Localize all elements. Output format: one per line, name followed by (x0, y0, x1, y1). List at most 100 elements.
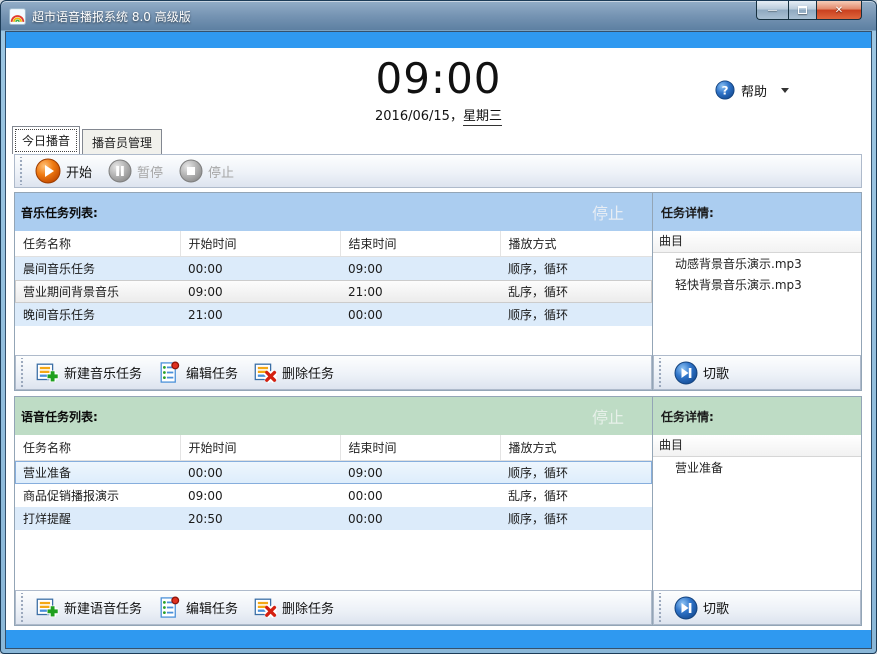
main-area: 09:00 2016/06/15，星期三 ? 帮助 今日播音 (6, 48, 871, 630)
help-icon: ? (715, 80, 735, 100)
delete-music-task-button[interactable]: 删除任务 (246, 358, 342, 387)
music-col-name[interactable]: 任务名称 (15, 231, 180, 257)
voice-col-name[interactable]: 任务名称 (15, 435, 180, 461)
voice-col-mode[interactable]: 播放方式 (500, 435, 652, 461)
music-section-title: 音乐任务列表: (21, 204, 98, 221)
cell-start-time: 00:00 (180, 257, 340, 281)
music-playlist-area: 曲目 动感背景音乐演示.mp3 轻快背景音乐演示.mp3 (653, 231, 861, 355)
title-bar[interactable]: 超市语音播报系统 8.0 高级版 — ✕ (1, 1, 876, 31)
voice-task-row-selected[interactable]: 营业准备 00:00 09:00 顺序，循环 (15, 461, 652, 485)
tab-strip: 今日播音 播音员管理 (12, 126, 164, 154)
stop-label: 停止 (208, 162, 234, 181)
transport-toolbar: 开始 暂停 停止 (14, 154, 862, 188)
toolbar-gripper[interactable] (657, 593, 664, 622)
help-button[interactable]: ? 帮助 (715, 80, 789, 100)
music-task-row[interactable]: 晚间音乐任务 21:00 00:00 顺序，循环 (15, 303, 652, 326)
new-voice-task-button[interactable]: 新建语音任务 (28, 593, 150, 622)
edit-music-task-button[interactable]: 编辑任务 (150, 358, 246, 387)
cell-task-name: 晨间音乐任务 (15, 257, 180, 281)
voice-col-end[interactable]: 结束时间 (340, 435, 500, 461)
minimize-icon: — (768, 5, 778, 16)
app-logo-rainbow-icon (9, 8, 26, 25)
music-playlist-header[interactable]: 曲目 (653, 231, 861, 253)
delete-task-icon (254, 361, 277, 384)
cell-start-time: 09:00 (180, 280, 340, 303)
pause-button[interactable]: 暂停 (100, 156, 171, 186)
tab-announcer-label: 播音员管理 (92, 136, 152, 150)
tab-today-broadcast[interactable]: 今日播音 (12, 126, 80, 154)
music-col-end[interactable]: 结束时间 (340, 231, 500, 257)
cell-end-time: 00:00 (340, 484, 500, 507)
new-music-task-button[interactable]: 新建音乐任务 (28, 358, 150, 387)
delete-task-icon (254, 596, 277, 619)
cell-play-mode: 顺序，循环 (500, 507, 652, 530)
playlist-item[interactable]: 轻快背景音乐演示.mp3 (653, 274, 861, 295)
voice-skip-track-button[interactable]: 切歌 (666, 593, 737, 623)
music-task-row-selected[interactable]: 营业期间背景音乐 09:00 21:00 乱序，循环 (15, 280, 652, 303)
new-task-icon (36, 596, 59, 619)
svg-text:?: ? (722, 84, 729, 98)
help-label: 帮助 (741, 81, 767, 100)
edit-music-task-label: 编辑任务 (186, 363, 238, 382)
chevron-down-icon (781, 88, 789, 93)
cell-task-name: 营业期间背景音乐 (15, 280, 180, 303)
music-skip-track-button[interactable]: 切歌 (666, 358, 737, 388)
voice-details-title: 任务详情: (659, 408, 714, 425)
voice-section-header: 语音任务列表: 停止 (15, 397, 652, 435)
music-task-row[interactable]: 晨间音乐任务 00:00 09:00 顺序，循环 (15, 257, 652, 281)
play-icon (35, 158, 61, 184)
playlist-item[interactable]: 营业准备 (653, 457, 861, 478)
new-music-task-label: 新建音乐任务 (64, 363, 142, 382)
close-icon: ✕ (835, 5, 843, 16)
voice-playlist-header[interactable]: 曲目 (653, 435, 861, 457)
delete-music-task-label: 删除任务 (282, 363, 334, 382)
delete-voice-task-button[interactable]: 删除任务 (246, 593, 342, 622)
cell-start-time: 20:50 (180, 507, 340, 530)
cell-play-mode: 乱序，循环 (500, 280, 652, 303)
voice-action-bar: 新建语音任务 编辑任务 (15, 590, 652, 625)
minimize-button[interactable]: — (756, 1, 788, 20)
cell-task-name: 商品促销播报演示 (15, 484, 180, 507)
toolbar-gripper[interactable] (19, 593, 26, 622)
cell-end-time: 09:00 (340, 257, 500, 281)
music-col-mode[interactable]: 播放方式 (500, 231, 652, 257)
stop-button[interactable]: 停止 (171, 156, 242, 186)
clock-date-prefix: 2016/06/15， (375, 109, 463, 124)
voice-col-start[interactable]: 开始时间 (180, 435, 340, 461)
cell-start-time: 21:00 (180, 303, 340, 326)
start-button[interactable]: 开始 (27, 155, 100, 187)
cell-end-time: 09:00 (340, 461, 500, 485)
close-button[interactable]: ✕ (816, 1, 862, 20)
window-title: 超市语音播报系统 8.0 高级版 (32, 8, 191, 25)
voice-task-row[interactable]: 打烊提醒 20:50 00:00 顺序，循环 (15, 507, 652, 530)
music-details-header: 任务详情: (653, 193, 861, 231)
tab-announcer-management[interactable]: 播音员管理 (82, 129, 162, 154)
toolbar-gripper[interactable] (657, 358, 664, 387)
voice-task-row[interactable]: 商品促销播报演示 09:00 00:00 乱序，循环 (15, 484, 652, 507)
voice-skip-track-label: 切歌 (703, 598, 729, 617)
maximize-icon (798, 6, 807, 14)
playlist-item[interactable]: 动感背景音乐演示.mp3 (653, 253, 861, 274)
window-controls: — ✕ (756, 1, 862, 20)
cell-end-time: 21:00 (340, 280, 500, 303)
stop-icon (179, 159, 203, 183)
edit-task-icon (158, 361, 181, 384)
toolbar-gripper[interactable] (19, 358, 26, 387)
voice-status-badge: 停止 (592, 404, 646, 428)
voice-skip-bar: 切歌 (653, 590, 861, 625)
app-content: 09:00 2016/06/15，星期三 ? 帮助 今日播音 (5, 31, 872, 649)
edit-voice-task-label: 编辑任务 (186, 598, 238, 617)
cell-task-name: 打烊提醒 (15, 507, 180, 530)
voice-section-title: 语音任务列表: (21, 408, 98, 425)
music-col-start[interactable]: 开始时间 (180, 231, 340, 257)
toolbar-gripper[interactable] (18, 157, 25, 185)
music-task-section: 音乐任务列表: 停止 任务名称 开始时间 结束时间 播放方式 (14, 192, 862, 391)
new-voice-task-label: 新建语音任务 (64, 598, 142, 617)
cell-play-mode: 乱序，循环 (500, 484, 652, 507)
top-accent-strip (6, 32, 871, 48)
app-window: 超市语音播报系统 8.0 高级版 — ✕ 09:00 2016/06/15，星期… (0, 0, 877, 654)
music-section-header: 音乐任务列表: 停止 (15, 193, 652, 231)
music-task-table: 任务名称 开始时间 结束时间 播放方式 晨间音乐任务 00:00 (15, 231, 652, 326)
edit-voice-task-button[interactable]: 编辑任务 (150, 593, 246, 622)
maximize-button[interactable] (788, 1, 816, 20)
